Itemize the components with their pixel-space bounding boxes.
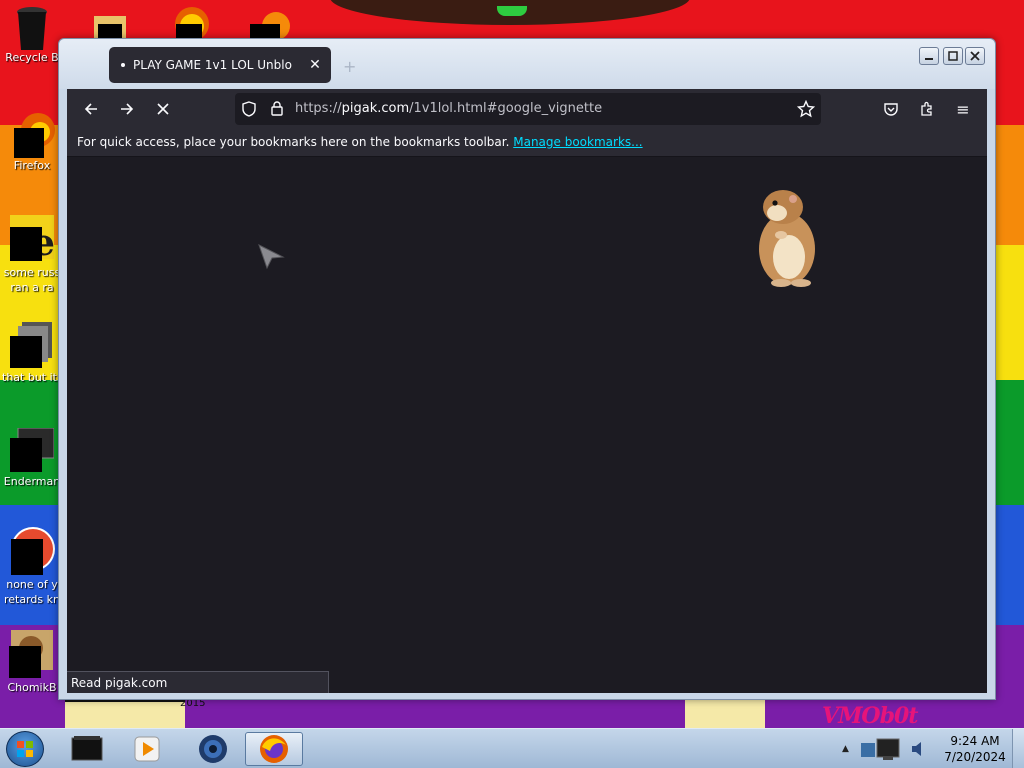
- desktop-icon-ie[interactable]: e some russ ran a ra: [2, 215, 62, 295]
- desktop-icon-chrome[interactable]: none of y retards kn: [2, 525, 62, 607]
- puzzle-icon: [921, 101, 932, 116]
- hamster-icon: [9, 630, 55, 680]
- desktop-icon-label: retards kn: [4, 593, 60, 606]
- recycle-bin-icon: [14, 4, 50, 50]
- firefox-icon: [12, 110, 55, 158]
- desktop-icon-label: Enderman: [3, 475, 61, 488]
- wallpaper-brand: VMOb0t: [822, 703, 918, 728]
- new-tab-button[interactable]: +: [343, 57, 356, 76]
- desktop-icon-label: ChomikB: [7, 681, 57, 694]
- bookmarks-hint: For quick access, place your bookmarks h…: [77, 135, 510, 149]
- browser-tab[interactable]: PLAY GAME 1v1 LOL Unblo ✕: [109, 47, 331, 83]
- media-player-icon: [134, 736, 160, 762]
- firefox-icon: [260, 735, 288, 763]
- clock-date: 7/20/2024: [944, 750, 1006, 764]
- url-bar[interactable]: https://pigak.com/1v1lol.html#google_vig…: [235, 93, 821, 125]
- tab-close-button[interactable]: ✕: [307, 57, 323, 73]
- tab-title: PLAY GAME 1v1 LOL Unblo: [133, 58, 292, 72]
- desktop-icon-firefox[interactable]: Firefox: [2, 110, 62, 173]
- desktop-icon-label: some russ: [3, 266, 61, 279]
- forward-button[interactable]: [113, 97, 141, 121]
- show-desktop-button[interactable]: [1012, 729, 1024, 768]
- bookmark-star-icon[interactable]: [796, 99, 816, 121]
- show-hidden-icons-button[interactable]: ▲: [842, 744, 849, 754]
- navigation-toolbar: https://pigak.com/1v1lol.html#google_vig…: [67, 89, 987, 129]
- extensions-button[interactable]: [913, 97, 941, 121]
- back-arrow-icon: [84, 103, 97, 115]
- hamburger-menu-icon: ≡: [956, 99, 970, 119]
- wallpaper-shape: [497, 6, 527, 16]
- url-scheme: https://: [295, 101, 342, 116]
- url-path: /1v1lol.html#google_vignette: [409, 101, 603, 116]
- desktop-icon-enderman[interactable]: Enderman: [2, 427, 62, 489]
- stop-button[interactable]: [149, 97, 177, 121]
- minimize-button[interactable]: [919, 47, 939, 65]
- windows-logo-icon: [17, 741, 33, 757]
- wallpaper-shape: [685, 700, 765, 728]
- desktop-icon-recycle-bin[interactable]: Recycle B: [2, 4, 62, 65]
- url-host: pigak.com: [341, 101, 410, 116]
- chrome-icon: [9, 525, 55, 577]
- page-content[interactable]: Read pigak.com: [67, 157, 987, 693]
- clock-time: 9:24 AM: [950, 734, 1000, 748]
- lock-icon[interactable]: [269, 100, 285, 119]
- pocket-icon: [884, 103, 898, 116]
- status-bar: Read pigak.com: [67, 671, 329, 693]
- desktop-icon-label: that but its: [2, 371, 62, 384]
- terminal-icon: [10, 427, 55, 474]
- menu-button[interactable]: ≡: [949, 97, 977, 121]
- ie-icon: e: [10, 215, 55, 265]
- maximize-button[interactable]: [943, 47, 963, 65]
- url-text[interactable]: https://pigak.com/1v1lol.html#google_vig…: [295, 101, 602, 116]
- manage-bookmarks-link[interactable]: Manage bookmarks...: [513, 135, 642, 149]
- desktop-icon-label: ran a ra: [10, 281, 54, 294]
- taskbar: ▲ 9:24 AM 7/20/2024: [0, 728, 1024, 768]
- volume-icon[interactable]: [909, 739, 927, 759]
- desktop-icon-folder[interactable]: that but its: [2, 322, 62, 385]
- close-window-button[interactable]: [965, 47, 985, 65]
- taskbar-item-media-player[interactable]: [118, 732, 176, 766]
- system-tray: ▲: [842, 729, 927, 768]
- taskbar-item-cmd[interactable]: [58, 732, 116, 766]
- cursor-arrow-icon: [257, 241, 287, 274]
- start-button[interactable]: [6, 731, 44, 767]
- folder-icon: [10, 322, 54, 370]
- tracking-protection-shield-icon[interactable]: [241, 101, 257, 120]
- clock[interactable]: 9:24 AM 7/20/2024: [940, 733, 1010, 765]
- forward-arrow-icon: [121, 103, 134, 115]
- minimize-icon: [925, 58, 933, 60]
- browser-window: PLAY GAME 1v1 LOL Unblo ✕ + https://piga…: [58, 38, 996, 700]
- network-icon[interactable]: [859, 735, 907, 763]
- pocket-button[interactable]: [877, 97, 905, 121]
- maximize-icon: [948, 51, 958, 61]
- app-icon: [199, 735, 227, 763]
- back-button[interactable]: [77, 97, 105, 121]
- close-icon: [970, 51, 980, 61]
- hamster-image: [745, 185, 825, 292]
- desktop-icon-label: Firefox: [13, 159, 51, 172]
- desktop-icon-chomik[interactable]: ChomikB: [2, 630, 62, 695]
- stop-icon: [157, 103, 169, 115]
- loading-indicator-icon: [121, 63, 125, 67]
- desktop-icon-label: none of y: [6, 578, 58, 591]
- bookmarks-toolbar: For quick access, place your bookmarks h…: [67, 129, 987, 157]
- taskbar-item-firefox[interactable]: [245, 732, 303, 766]
- window-titlebar[interactable]: PLAY GAME 1v1 LOL Unblo ✕ +: [59, 39, 995, 89]
- taskbar-item-app[interactable]: [184, 732, 242, 766]
- wallpaper-shape: [65, 700, 185, 728]
- cmd-icon: [71, 736, 103, 761]
- desktop-icon-label: Recycle B: [5, 51, 59, 64]
